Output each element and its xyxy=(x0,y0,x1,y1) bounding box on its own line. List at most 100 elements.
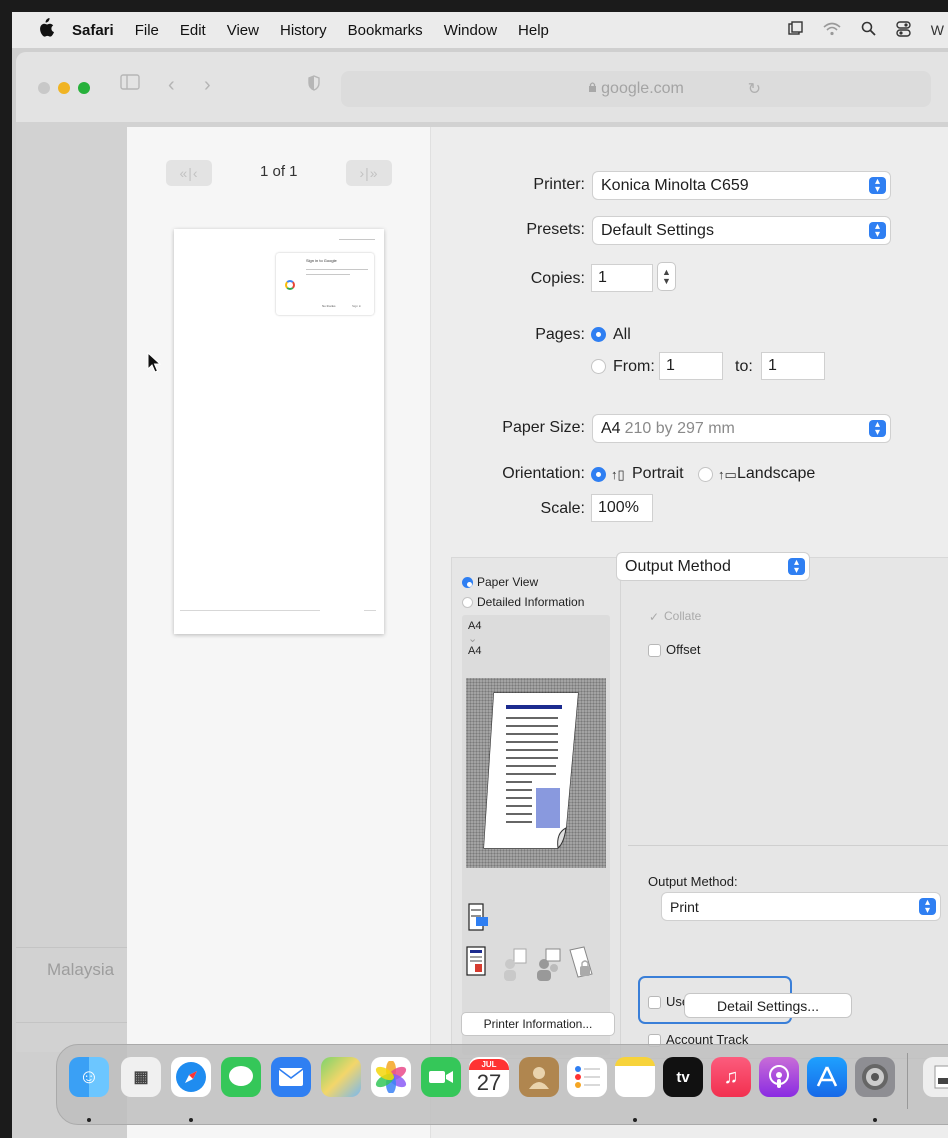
paper-view-pane: Paper View Detailed Information A4 ⌄ A4 xyxy=(452,558,621,1058)
first-previous-page-button[interactable]: «|‹ xyxy=(166,160,212,186)
orientation-portrait-radio[interactable] xyxy=(591,467,606,482)
calendar-icon[interactable]: JUL 27 xyxy=(469,1057,509,1097)
launchpad-icon[interactable]: ▦ xyxy=(121,1057,161,1097)
thumb-text-line xyxy=(306,274,350,275)
back-icon[interactable]: ‹ xyxy=(168,74,175,97)
scale-field[interactable]: 100% xyxy=(591,494,653,522)
safari-icon[interactable] xyxy=(171,1057,211,1097)
menu-edit[interactable]: Edit xyxy=(180,22,206,39)
system-preferences-icon[interactable] xyxy=(855,1057,895,1097)
detailed-info-label: Detailed Information xyxy=(477,595,585,609)
section-popup[interactable]: Output Method ▴ ▾ xyxy=(617,553,809,580)
detailed-info-radio[interactable] xyxy=(462,597,473,608)
downloads-stack-icon[interactable] xyxy=(923,1057,948,1097)
minimize-window-button[interactable] xyxy=(58,82,70,94)
printer-information-button[interactable]: Printer Information... xyxy=(462,1013,614,1035)
pages-range-radio[interactable] xyxy=(591,359,606,374)
copies-label: Copies: xyxy=(530,270,585,287)
print-preview-pane: «|‹ 1 of 1 ›|» Sign in to Google No than… xyxy=(127,127,431,1138)
pages-all-radio[interactable] xyxy=(591,327,606,342)
dock-separator xyxy=(907,1053,908,1109)
podcasts-icon[interactable] xyxy=(759,1057,799,1097)
paper-size-popup[interactable]: A4 210 by 297 mm ▴ ▾ xyxy=(593,415,890,442)
app-store-icon[interactable] xyxy=(807,1057,847,1097)
thumb-signin-card: Sign in to Google No thanks Sign in xyxy=(276,253,374,315)
presets-popup[interactable]: Default Settings ▴ ▾ xyxy=(593,217,890,244)
printer-popup[interactable]: Konica Minolta C659 ▴ ▾ xyxy=(593,172,890,199)
reminders-icon[interactable] xyxy=(567,1057,607,1097)
zoom-window-button[interactable] xyxy=(78,82,90,94)
user-authentication-checkbox[interactable] xyxy=(648,996,661,1009)
menu-bookmarks[interactable]: Bookmarks xyxy=(348,22,423,39)
pages-from-field[interactable]: 1 xyxy=(659,352,723,380)
orientation-landscape-radio[interactable] xyxy=(698,467,713,482)
printer-value: Konica Minolta C659 xyxy=(601,176,749,194)
orientation-landscape-label: Landscape xyxy=(737,465,816,482)
status-icons: W xyxy=(788,12,948,48)
contacts-icon[interactable] xyxy=(519,1057,559,1097)
close-window-button[interactable] xyxy=(38,82,50,94)
next-last-page-button[interactable]: ›|» xyxy=(346,160,392,186)
thumb-footer-line xyxy=(364,610,376,611)
orientation-label: Orientation: xyxy=(502,465,585,482)
panel-divider xyxy=(628,845,948,846)
control-center-icon[interactable] xyxy=(896,20,911,40)
output-tray-icon xyxy=(468,903,490,940)
divider xyxy=(16,1022,136,1023)
menu-view[interactable]: View xyxy=(227,22,259,39)
mail-icon[interactable] xyxy=(271,1057,311,1097)
menu-help[interactable]: Help xyxy=(518,22,549,39)
scale-value: 100% xyxy=(598,499,639,516)
scale-label: Scale: xyxy=(540,500,585,517)
output-method-popup[interactable]: Print ▴ ▾ xyxy=(662,893,940,920)
search-icon[interactable] xyxy=(861,21,876,39)
landscape-icon: ↑▭ xyxy=(718,467,737,482)
paper-from-label: A4 xyxy=(468,620,482,632)
offset-checkbox[interactable] xyxy=(648,644,661,657)
copies-stepper[interactable]: ▲ ▼ xyxy=(658,263,675,290)
mission-control-icon[interactable] xyxy=(788,21,803,39)
copies-field[interactable]: 1 xyxy=(591,264,653,292)
maps-icon[interactable] xyxy=(321,1057,361,1097)
page-thumbnail: Sign in to Google No thanks Sign in xyxy=(174,229,384,634)
url-text: google.com xyxy=(601,80,684,97)
thumb-footer-line xyxy=(180,610,320,611)
photos-icon[interactable] xyxy=(371,1057,411,1097)
document-icon xyxy=(466,946,488,983)
popup-chevron-icon: ▴ ▾ xyxy=(869,419,886,437)
popup-chevron-icon: ▴ ▾ xyxy=(869,221,886,239)
paper-view-radio[interactable] xyxy=(462,577,473,588)
copies-value: 1 xyxy=(598,269,607,286)
address-bar[interactable]: google.com ↻ xyxy=(341,71,931,107)
menu-window[interactable]: Window xyxy=(444,22,497,39)
portrait-icon: ↑▯ xyxy=(611,467,625,482)
detail-settings-label: Detail Settings... xyxy=(717,997,819,1014)
finder-icon[interactable]: ☺ xyxy=(69,1057,109,1097)
facetime-icon[interactable] xyxy=(421,1057,461,1097)
paper-size-detail: 210 by 297 mm xyxy=(624,419,735,437)
reload-icon[interactable]: ↻ xyxy=(748,79,761,99)
account-track-icon xyxy=(534,948,566,987)
thumb-card-button: Sign in xyxy=(352,304,362,308)
menu-bar: Safari File Edit View History Bookmarks … xyxy=(12,12,948,48)
collate-label: Collate xyxy=(664,609,702,623)
paper-arrow-icon: ⌄ xyxy=(468,633,478,645)
menu-file[interactable]: File xyxy=(135,22,159,39)
pages-to-field[interactable]: 1 xyxy=(761,352,825,380)
sidebar-toggle-icon[interactable] xyxy=(120,73,140,96)
wifi-icon[interactable] xyxy=(823,22,841,39)
menu-app-name[interactable]: Safari xyxy=(72,22,114,39)
detail-settings-button[interactable]: Detail Settings... xyxy=(685,994,851,1017)
music-icon[interactable]: ♫ xyxy=(711,1057,751,1097)
popup-chevron-icon: ▴ ▾ xyxy=(869,176,886,194)
menu-history[interactable]: History xyxy=(280,22,327,39)
privacy-shield-icon[interactable] xyxy=(308,74,320,97)
forward-icon[interactable]: › xyxy=(204,74,211,97)
pages-to-label: to: xyxy=(735,358,753,375)
tv-icon[interactable]: tv xyxy=(663,1057,703,1097)
notes-icon[interactable] xyxy=(615,1057,655,1097)
messages-icon[interactable] xyxy=(221,1057,261,1097)
dock: ☺ ▦ JUL 27 tv ♫ xyxy=(56,1044,948,1125)
apple-menu-icon[interactable] xyxy=(36,18,58,42)
thumb-card-title: Sign in to Google xyxy=(306,258,337,263)
